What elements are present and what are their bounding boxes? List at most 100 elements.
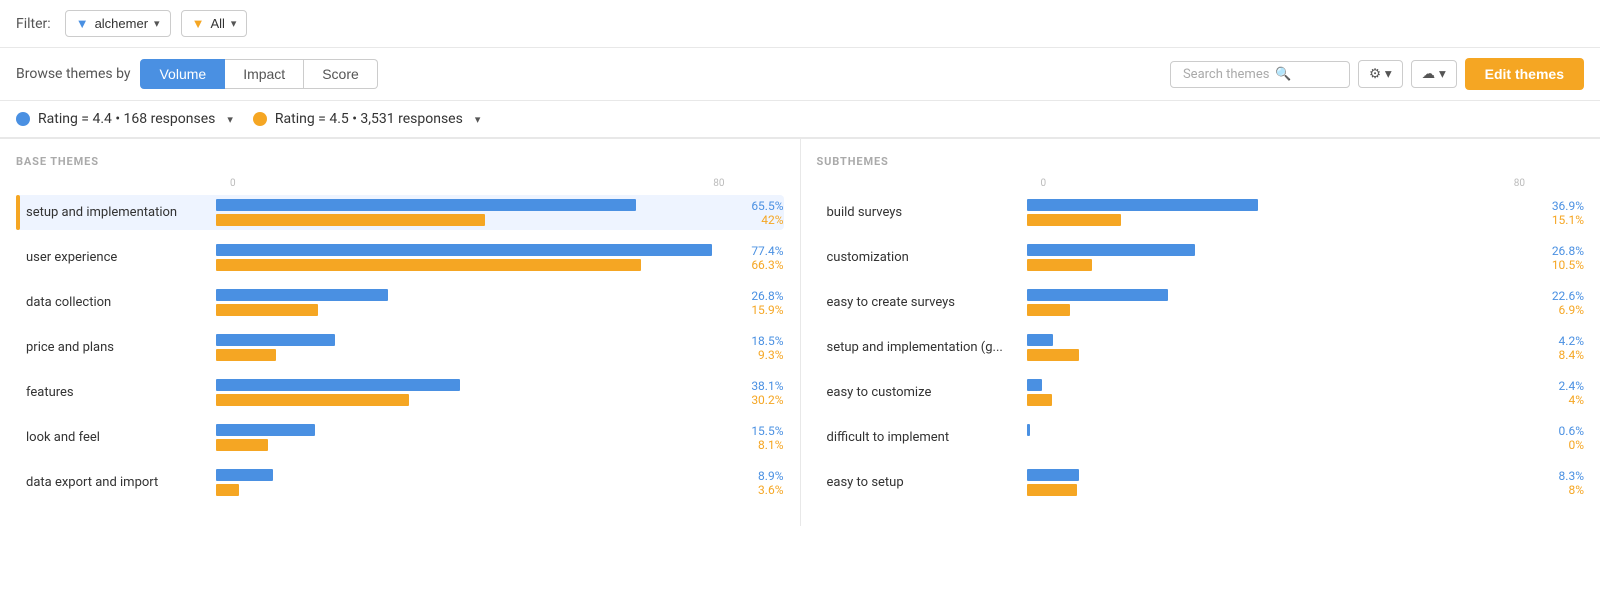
rating-dot-blue: [16, 112, 30, 126]
subtheme-name: easy to setup: [817, 471, 1027, 494]
tab-volume[interactable]: Volume: [140, 59, 225, 89]
sub-pct-blue: 8.3%: [1559, 469, 1584, 483]
bar-blue: [216, 424, 315, 436]
sub-pct-orange: 8.4%: [1559, 348, 1584, 362]
export-button[interactable]: ☁ ▾: [1411, 60, 1457, 88]
sub-bar-blue: [1027, 289, 1169, 301]
sub-bar-blue: [1027, 424, 1031, 436]
subtheme-row[interactable]: difficult to implement 0.6% 0%: [817, 420, 1585, 455]
sub-pct-blue: 26.8%: [1552, 244, 1584, 258]
search-placeholder: Search themes: [1183, 67, 1269, 82]
bar-blue: [216, 334, 335, 346]
bar-area: [216, 285, 729, 320]
sub-bar-blue: [1027, 334, 1053, 346]
filter-all-button[interactable]: ▼ All ▾: [181, 10, 248, 37]
base-theme-name: user experience: [16, 246, 216, 269]
base-theme-name: look and feel: [16, 426, 216, 449]
tab-score[interactable]: Score: [304, 59, 378, 89]
bar-blue: [216, 244, 712, 256]
subtheme-row[interactable]: easy to customize 2.4% 4%: [817, 375, 1585, 410]
bar-area: [216, 195, 729, 230]
base-theme-row[interactable]: data collection 26.8% 15.9%: [16, 285, 784, 320]
sub-bar-orange: [1027, 304, 1070, 316]
edit-themes-button[interactable]: Edit themes: [1465, 58, 1584, 90]
rating-chevron-1[interactable]: ▾: [227, 113, 233, 126]
subtheme-row[interactable]: build surveys 36.9% 15.1%: [817, 195, 1585, 230]
sub-pct-orange: 8%: [1568, 483, 1584, 497]
sub-pct-orange: 4%: [1568, 393, 1584, 407]
base-theme-name: features: [16, 381, 216, 404]
bar-track-orange: [216, 394, 729, 406]
sub-pct-pair: 36.9% 15.1%: [1529, 199, 1584, 227]
sub-bar-track-orange: [1027, 214, 1530, 226]
sub-bar-area: [1027, 240, 1530, 275]
bar-blue: [216, 379, 460, 391]
sub-pct-pair: 0.6% 0%: [1529, 424, 1584, 452]
sub-bar-area: [1027, 285, 1530, 320]
subtheme-row[interactable]: setup and implementation (g... 4.2% 8.4%: [817, 330, 1585, 365]
base-theme-row[interactable]: user experience 77.4% 66.3%: [16, 240, 784, 275]
chevron-settings-icon: ▾: [1385, 66, 1392, 82]
base-theme-row[interactable]: data export and import 8.9% 3.6%: [16, 465, 784, 500]
bar-track-orange: [216, 484, 729, 496]
sub-bar-track-blue: [1027, 379, 1530, 391]
cloud-icon: ☁: [1422, 66, 1435, 82]
base-theme-row[interactable]: price and plans 18.5% 9.3%: [16, 330, 784, 365]
subtheme-row[interactable]: customization 26.8% 10.5%: [817, 240, 1585, 275]
bar-track-orange: [216, 304, 729, 316]
chevron-export-icon: ▾: [1439, 66, 1446, 82]
bar-area: [216, 330, 729, 365]
sub-pct-pair: 22.6% 6.9%: [1529, 289, 1584, 317]
sub-bar-orange: [1027, 484, 1077, 496]
subtheme-name: customization: [817, 246, 1027, 269]
bar-orange: [216, 394, 409, 406]
sub-pct-orange: 0%: [1568, 438, 1584, 452]
pct-orange: 15.9%: [751, 303, 783, 317]
filter-alchemer-button[interactable]: ▼ alchemer ▾: [65, 10, 171, 37]
pct-pair: 77.4% 66.3%: [729, 244, 784, 272]
bar-area: [216, 465, 729, 500]
rating-chevron-2[interactable]: ▾: [475, 113, 481, 126]
base-themes-panel: BASE THEMES 0 80 setup and implementatio…: [0, 139, 800, 526]
sub-bar-track-blue: [1027, 334, 1530, 346]
bar-area: [216, 420, 729, 455]
search-box[interactable]: Search themes 🔍: [1170, 61, 1350, 88]
bar-blue: [216, 289, 388, 301]
sub-bar-track-blue: [1027, 424, 1530, 436]
base-theme-row[interactable]: features 38.1% 30.2%: [16, 375, 784, 410]
subtheme-row[interactable]: easy to setup 8.3% 8%: [817, 465, 1585, 500]
rating-bar: Rating = 4.4 • 168 responses ▾ Rating = …: [0, 101, 1600, 139]
pct-blue: 26.8%: [751, 289, 783, 303]
pct-blue: 77.4%: [751, 244, 783, 258]
base-theme-row[interactable]: setup and implementation 65.5% 42%: [16, 195, 784, 230]
bar-track-orange: [216, 439, 729, 451]
sub-pct-pair: 4.2% 8.4%: [1529, 334, 1584, 362]
subtheme-name: difficult to implement: [817, 426, 1027, 449]
base-theme-row[interactable]: look and feel 15.5% 8.1%: [16, 420, 784, 455]
filter-label: Filter:: [16, 16, 51, 32]
sub-bar-track-orange: [1027, 484, 1530, 496]
base-axis-end: 80: [713, 178, 724, 189]
base-theme-name: data collection: [16, 291, 216, 314]
pct-blue: 65.5%: [751, 199, 783, 213]
base-axis-start: 0: [230, 178, 236, 189]
pct-pair: 38.1% 30.2%: [729, 379, 784, 407]
main-toolbar: Browse themes by Volume Impact Score Sea…: [0, 48, 1600, 101]
subtheme-row[interactable]: easy to create surveys 22.6% 6.9%: [817, 285, 1585, 320]
chevron-down-icon-2: ▾: [231, 17, 237, 30]
sub-pct-pair: 8.3% 8%: [1529, 469, 1584, 497]
sub-bar-blue: [1027, 469, 1079, 481]
settings-button[interactable]: ⚙ ▾: [1358, 60, 1403, 88]
sub-axis-end: 80: [1514, 178, 1525, 189]
sub-axis-start: 0: [1041, 178, 1047, 189]
rating-label-2: Rating = 4.5 • 3,531 responses: [275, 111, 463, 127]
bar-track-orange: [216, 349, 729, 361]
pct-blue: 18.5%: [751, 334, 783, 348]
pct-pair: 65.5% 42%: [729, 199, 784, 227]
sub-pct-pair: 2.4% 4%: [1529, 379, 1584, 407]
base-theme-name: price and plans: [16, 336, 216, 359]
sub-bar-area: [1027, 465, 1530, 500]
sub-bar-area: [1027, 330, 1530, 365]
tab-impact[interactable]: Impact: [225, 59, 304, 89]
rating-dot-orange: [253, 112, 267, 126]
